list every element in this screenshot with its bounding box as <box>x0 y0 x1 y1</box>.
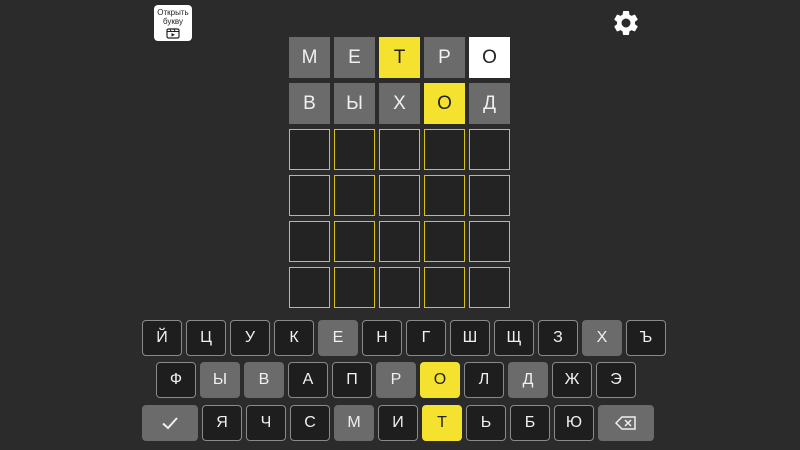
board-tile <box>379 129 420 170</box>
board-tile <box>334 175 375 216</box>
board-tile <box>334 129 375 170</box>
board-tile <box>379 221 420 262</box>
key-letter[interactable]: И <box>378 405 418 441</box>
key-letter[interactable]: Ф <box>156 362 196 398</box>
key-letter[interactable]: Б <box>510 405 550 441</box>
key-letter[interactable]: С <box>290 405 330 441</box>
key-letter[interactable]: Г <box>406 320 446 356</box>
board-tile <box>424 267 465 308</box>
key-letter[interactable]: Ш <box>450 320 490 356</box>
board-tile <box>469 221 510 262</box>
key-letter[interactable]: Е <box>318 320 358 356</box>
board-tile: Х <box>379 83 420 124</box>
key-letter[interactable]: Л <box>464 362 504 398</box>
checkmark-icon <box>162 417 178 430</box>
key-letter[interactable]: Щ <box>494 320 534 356</box>
board-tile <box>424 175 465 216</box>
key-letter[interactable]: О <box>420 362 460 398</box>
key-letter[interactable]: А <box>288 362 328 398</box>
gear-icon[interactable] <box>611 8 641 38</box>
board-tile <box>289 175 330 216</box>
board-tile: Е <box>334 37 375 78</box>
board-tile <box>469 175 510 216</box>
key-letter[interactable]: Т <box>422 405 462 441</box>
board-tile: Д <box>469 83 510 124</box>
board-tile <box>424 129 465 170</box>
reveal-letter-label: Открыть букву <box>157 8 189 26</box>
key-letter[interactable]: Ъ <box>626 320 666 356</box>
board-tile <box>424 221 465 262</box>
key-letter[interactable]: Ю <box>554 405 594 441</box>
board-tile <box>469 267 510 308</box>
backspace-icon <box>615 416 636 430</box>
key-letter[interactable]: Х <box>582 320 622 356</box>
key-letter[interactable]: Й <box>142 320 182 356</box>
board-tile <box>469 129 510 170</box>
keyboard-row-3: ЯЧСМИТЬБЮ <box>142 405 654 441</box>
board-tile: Р <box>424 37 465 78</box>
board-tile <box>334 221 375 262</box>
key-letter[interactable]: У <box>230 320 270 356</box>
key-letter[interactable]: Ы <box>200 362 240 398</box>
board-tile <box>289 267 330 308</box>
key-letter[interactable]: Ц <box>186 320 226 356</box>
game-board: МЕТРОВЫХОД <box>289 37 510 308</box>
key-letter[interactable]: П <box>332 362 372 398</box>
board-tile <box>289 221 330 262</box>
key-letter[interactable]: Р <box>376 362 416 398</box>
board-tile: В <box>289 83 330 124</box>
keyboard-row-1: ЙЦУКЕНГШЩЗХЪ <box>142 320 666 356</box>
board-tile: О <box>424 83 465 124</box>
keyboard-row-2: ФЫВАПРОЛДЖЭ <box>156 362 636 398</box>
key-letter[interactable]: Э <box>596 362 636 398</box>
key-letter[interactable]: Ж <box>552 362 592 398</box>
key-letter[interactable]: Ь <box>466 405 506 441</box>
key-letter[interactable]: К <box>274 320 314 356</box>
board-tile <box>379 267 420 308</box>
enter-key[interactable] <box>142 405 198 441</box>
key-letter[interactable]: В <box>244 362 284 398</box>
key-letter[interactable]: М <box>334 405 374 441</box>
key-letter[interactable]: Ч <box>246 405 286 441</box>
backspace-key[interactable] <box>598 405 654 441</box>
board-tile <box>379 175 420 216</box>
key-letter[interactable]: Я <box>202 405 242 441</box>
board-tile <box>289 129 330 170</box>
key-letter[interactable]: Д <box>508 362 548 398</box>
video-ad-icon <box>166 28 180 39</box>
key-letter[interactable]: Н <box>362 320 402 356</box>
board-tile: О <box>469 37 510 78</box>
board-tile <box>334 267 375 308</box>
reveal-letter-button[interactable]: Открыть букву <box>154 5 192 41</box>
board-tile: Т <box>379 37 420 78</box>
key-letter[interactable]: З <box>538 320 578 356</box>
board-tile: М <box>289 37 330 78</box>
board-tile: Ы <box>334 83 375 124</box>
